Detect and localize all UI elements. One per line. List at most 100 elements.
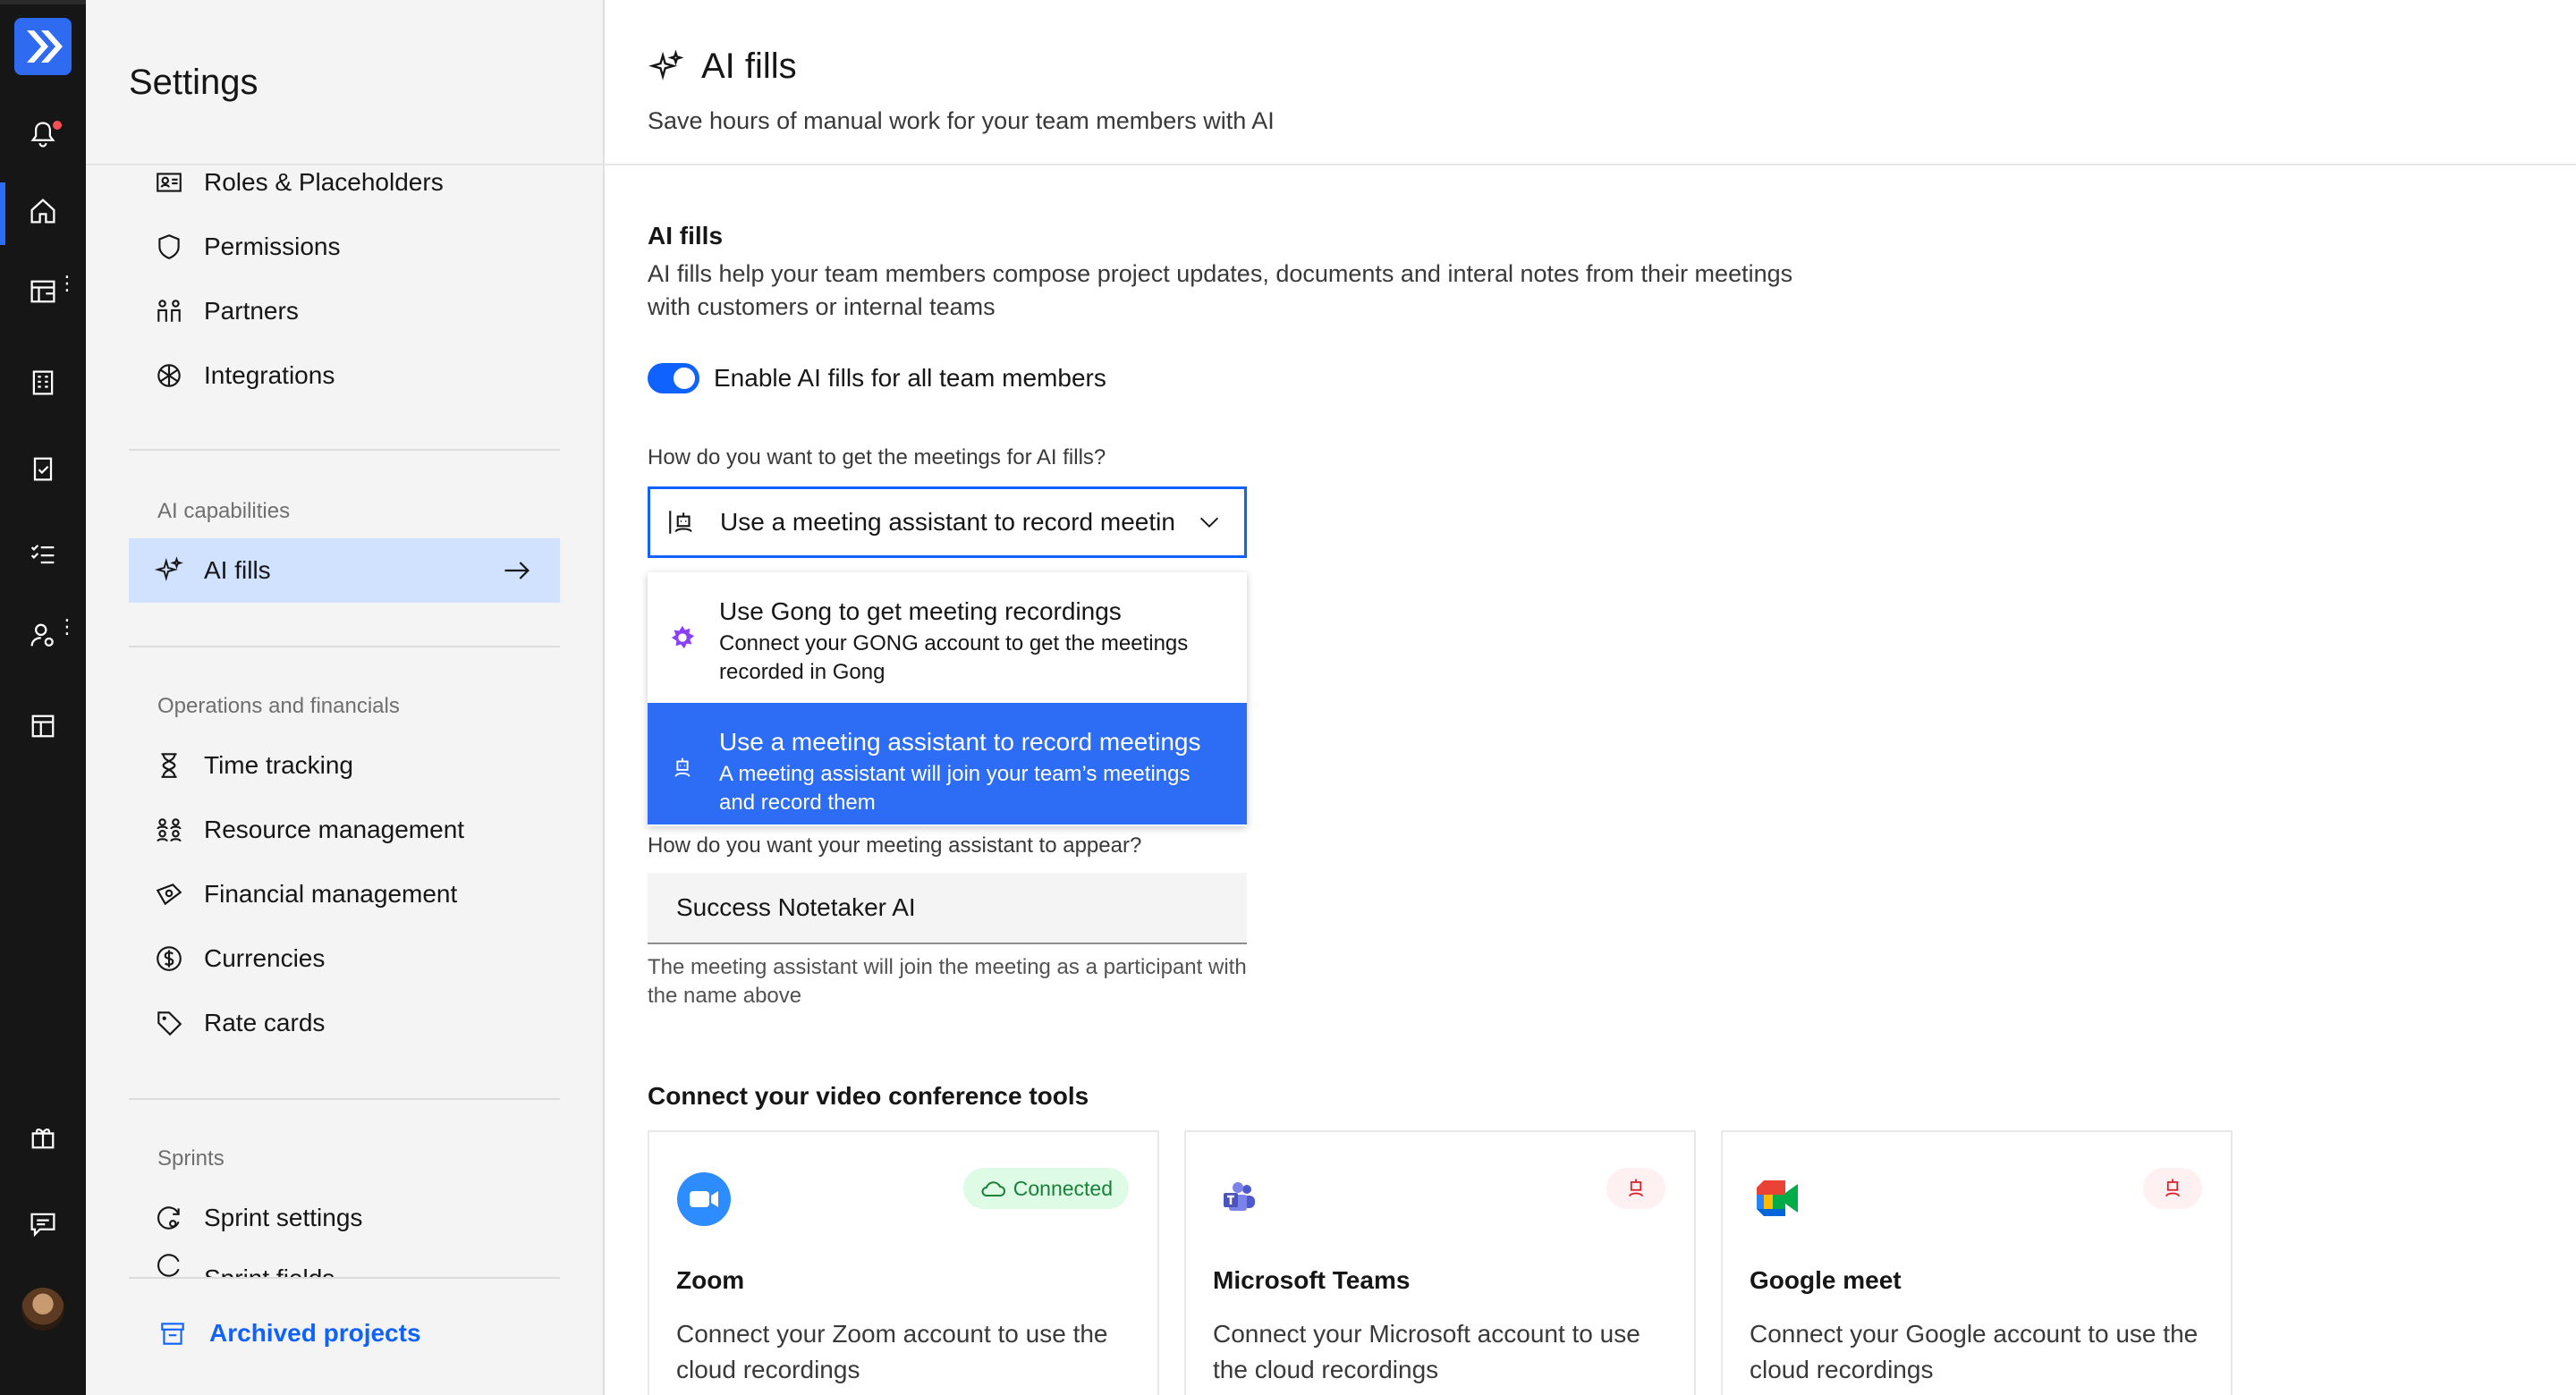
sparkle-icon	[648, 49, 684, 80]
teams-icon	[1224, 1182, 1255, 1211]
assistant-icon	[669, 511, 692, 534]
main-content: AI fills Save hours of manual work for y…	[605, 0, 2576, 1395]
sidebar-item-label: Sprint fields	[204, 1264, 335, 1277]
archived-projects-link[interactable]: Archived projects	[157, 1318, 421, 1348]
app-rail: ⋮ ⋮	[0, 0, 86, 1395]
sidebar-item-label: Roles & Placeholders	[204, 168, 444, 196]
sidebar-item-currencies[interactable]: Currencies	[129, 926, 560, 991]
sidebar-item-label: Resource management	[204, 816, 465, 843]
option-title: Use Gong to get meeting recordings	[719, 597, 1122, 625]
option-title: Use a meeting assistant to record meetin…	[719, 728, 1201, 756]
sidebar-item-label: Time tracking	[204, 751, 354, 779]
sidebar-divider	[129, 449, 560, 451]
card-title: Microsoft Teams	[1213, 1266, 1411, 1294]
clipboard-icon[interactable]	[0, 436, 86, 501]
assistant-helper-text: The meeting assistant will join the meet…	[648, 955, 1247, 1008]
zoom-icon	[677, 1172, 731, 1226]
connected-label: Connected	[1013, 1176, 1113, 1200]
arrow-right-icon	[504, 562, 530, 579]
gift-icon[interactable]	[0, 1105, 86, 1170]
microsoft-teams-card[interactable]: Microsoft Teams Connect your Microsoft a…	[1184, 1130, 1696, 1395]
sidebar-item-sprint-settings[interactable]: Sprint settings	[129, 1186, 560, 1250]
assistant-name-input[interactable]: Success Notetaker AI	[648, 873, 1247, 944]
sidebar-header: Settings	[86, 0, 603, 165]
sidebar-item-sprint-fields[interactable]: Sprint fields	[129, 1250, 560, 1277]
sidebar-item-financial-management[interactable]: Financial management	[129, 862, 560, 926]
shield-icon	[158, 234, 180, 259]
assistant-icon	[1629, 1179, 1643, 1197]
sidebar-item-label: AI fills	[204, 556, 271, 584]
sparkle-icon	[154, 556, 183, 581]
sidebar-divider	[129, 646, 560, 647]
avatar[interactable]	[21, 1288, 64, 1331]
sidebar-item-label: Permissions	[204, 232, 341, 260]
option-description: A meeting assistant will join your team’…	[719, 762, 1191, 815]
chat-icon[interactable]	[0, 1191, 86, 1256]
toggle-label: Enable AI fills for all team members	[714, 364, 1106, 392]
google-meet-icon	[1757, 1180, 1798, 1216]
notification-icon[interactable]	[0, 102, 86, 166]
sidebar-item-resource-management[interactable]: Resource management	[129, 798, 560, 862]
sidebar-item-label: Currencies	[204, 944, 326, 972]
sidebar-item-label: Rate cards	[204, 1009, 326, 1036]
sidebar-item-label: Financial management	[204, 880, 458, 908]
more-icon[interactable]: ⋮	[57, 275, 77, 294]
option-meeting-assistant[interactable]: Use a meeting assistant to record meetin…	[648, 703, 1247, 824]
assistant-icon	[674, 757, 691, 777]
zoom-card[interactable]: Connected Zoom Connect your Zoom account…	[648, 1130, 1159, 1395]
sidebar-item-permissions[interactable]: Permissions	[129, 215, 560, 279]
archived-projects-label: Archived projects	[209, 1319, 421, 1347]
hourglass-icon	[161, 753, 177, 778]
sidebar-divider	[129, 1098, 560, 1100]
sidebar-group-ai: AI capabilities	[157, 499, 291, 523]
sidebar-group-sprints: Sprints	[157, 1146, 225, 1171]
chevron-down-icon	[1199, 517, 1219, 528]
settings-sidebar: Roles & Placeholders Permissions Partner…	[86, 0, 605, 1395]
enable-ai-fills-toggle-row: Enable AI fills for all team members	[648, 363, 1106, 393]
assistant-name-value: Success Notetaker AI	[676, 893, 916, 921]
connect-tools-title: Connect your video conference tools	[648, 1082, 1089, 1110]
user-settings-icon[interactable]: ⋮	[0, 603, 86, 667]
checklist-icon[interactable]	[0, 522, 86, 587]
not-connected-badge	[2143, 1168, 2202, 1209]
sidebar-item-rate-cards[interactable]: Rate cards	[129, 991, 560, 1055]
card-description: Connect your Microsoft account to use th…	[1213, 1320, 1640, 1383]
enable-ai-fills-toggle[interactable]	[648, 363, 699, 393]
page-title-text: AI fills	[701, 46, 797, 86]
sidebar-item-label: Partners	[204, 297, 299, 325]
roles-icon	[157, 173, 182, 192]
more-icon[interactable]: ⋮	[57, 618, 77, 638]
people-icon	[157, 818, 182, 842]
sidebar-item-partners[interactable]: Partners	[129, 279, 560, 343]
meetings-source-select[interactable]: Use a meeting assistant to record meetin	[648, 486, 1247, 558]
page-header: AI fills Save hours of manual work for y…	[605, 0, 2576, 165]
integrations-icon	[157, 364, 181, 387]
page-title: AI fills	[648, 46, 797, 87]
home-icon[interactable]	[0, 179, 86, 245]
connected-badge: Connected	[962, 1168, 1129, 1209]
building-icon[interactable]	[0, 351, 86, 415]
sidebar-item-ai-fills[interactable]: AI fills	[129, 538, 560, 603]
money-icon	[156, 884, 182, 906]
option-gong[interactable]: Use Gong to get meeting recordings Conne…	[648, 572, 1247, 694]
app-logo[interactable]	[14, 18, 72, 75]
sidebar-item-integrations[interactable]: Integrations	[129, 343, 560, 408]
meetings-source-dropdown: Use Gong to get meeting recordings Conne…	[648, 572, 1247, 826]
assistant-icon	[2165, 1179, 2180, 1197]
sprint-fields-icon	[157, 1254, 180, 1277]
select-value: Use a meeting assistant to record meetin	[720, 508, 1175, 536]
sidebar-title: Settings	[129, 63, 258, 102]
gong-icon	[671, 625, 695, 649]
layout-icon[interactable]	[0, 694, 86, 758]
card-description: Connect your Google account to use the c…	[1750, 1320, 2199, 1383]
google-meet-card[interactable]: Google meet Connect your Google account …	[1721, 1130, 2233, 1395]
section-title: AI fills	[648, 222, 724, 249]
not-connected-badge	[1606, 1168, 1665, 1209]
notification-badge	[50, 118, 64, 132]
card-title: Zoom	[676, 1266, 745, 1294]
sprint-icon	[157, 1206, 180, 1230]
calendar-grid-icon[interactable]: ⋮	[0, 259, 86, 324]
tag-icon	[157, 1011, 182, 1036]
sidebar-item-time-tracking[interactable]: Time tracking	[129, 733, 560, 798]
sidebar-item-label: Sprint settings	[204, 1204, 363, 1231]
